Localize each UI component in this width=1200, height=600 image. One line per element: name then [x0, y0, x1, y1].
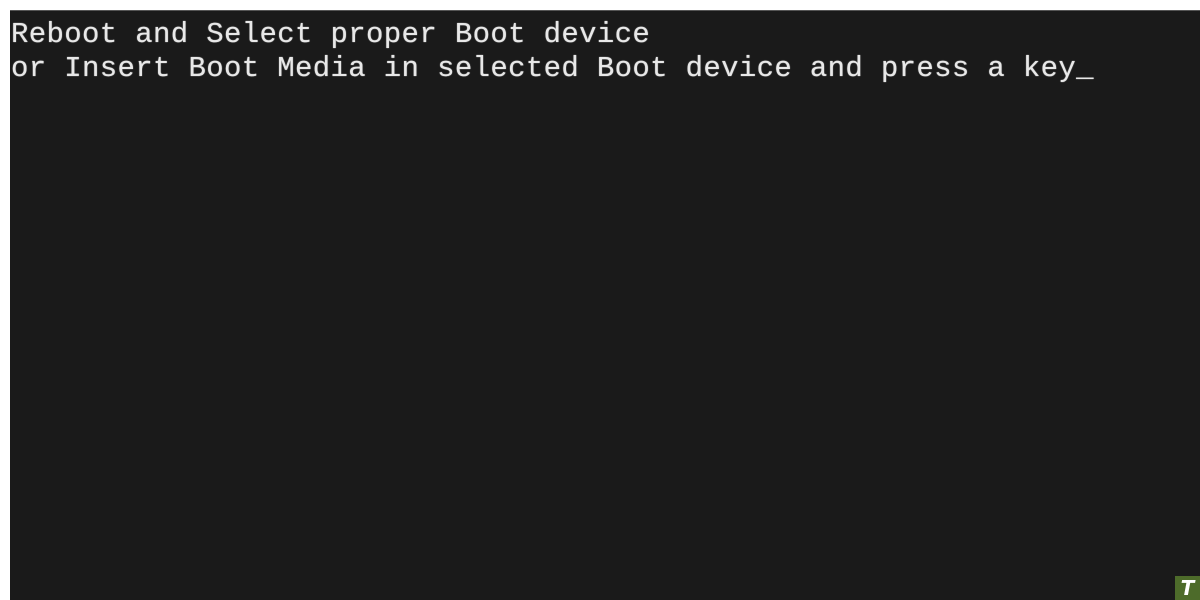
boot-error-screen: Reboot and Select proper Boot device or …: [10, 10, 1200, 600]
text-cursor: _: [1076, 52, 1094, 85]
boot-message-line-1: Reboot and Select proper Boot device: [11, 18, 650, 52]
boot-message-text-2: or Insert Boot Media in selected Boot de…: [11, 52, 1077, 85]
watermark-t-icon: T: [1175, 576, 1200, 600]
boot-message-line-2: or Insert Boot Media in selected Boot de…: [11, 52, 1094, 86]
boot-message-text-1: Reboot and Select proper Boot device: [11, 18, 651, 51]
